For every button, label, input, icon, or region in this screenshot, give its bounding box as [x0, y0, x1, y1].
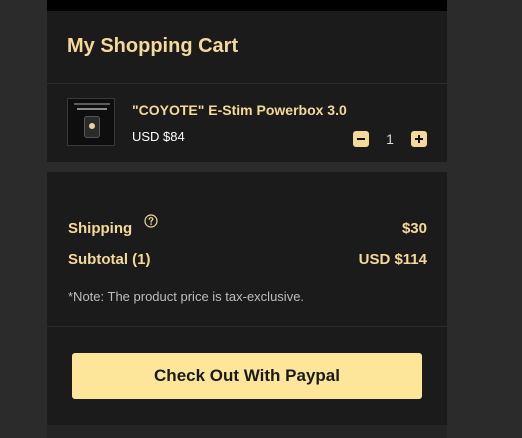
product-name[interactable]: "COYOTE" E-Stim Powerbox 3.0: [132, 101, 347, 119]
question-circle-icon[interactable]: [144, 214, 158, 228]
cart-panel: My Shopping Cart "COYOTE" E-Stim Powerbo…: [47, 0, 447, 438]
cart-item: "COYOTE" E-Stim Powerbox 3.0 USD $84 1: [47, 84, 447, 162]
shipping-row: Shipping $30: [68, 214, 427, 239]
shipping-value: $30: [401, 220, 427, 237]
checkout-paypal-button[interactable]: Check Out With Paypal: [72, 353, 422, 399]
shipping-label: Shipping: [68, 220, 133, 237]
minus-icon: [357, 138, 365, 140]
subtotal-label: Subtotal (1): [68, 251, 151, 268]
product-price: USD $84: [132, 129, 185, 144]
subtotal-value: USD $114: [358, 251, 427, 268]
increase-quantity-button[interactable]: [411, 131, 427, 147]
summary-divider: [47, 326, 447, 327]
section-separator: [47, 162, 447, 172]
page: My Shopping Cart "COYOTE" E-Stim Powerbo…: [0, 0, 522, 438]
decrease-quantity-button[interactable]: [353, 131, 369, 147]
top-bar: [47, 0, 447, 11]
quantity-value: 1: [386, 131, 394, 147]
question-circle-icon-svg: [144, 214, 158, 228]
subtotal-row: Subtotal (1) USD $114: [68, 250, 427, 270]
plus-icon: [415, 135, 423, 143]
quantity-stepper: 1: [353, 131, 428, 147]
thumbnail-device-light: [89, 123, 95, 129]
product-thumbnail[interactable]: [67, 98, 115, 146]
bottom-separator: [47, 425, 447, 438]
thumbnail-text-line: [77, 108, 107, 110]
thumbnail-text-line: [74, 103, 110, 105]
cart-title: My Shopping Cart: [67, 35, 239, 57]
tax-note: *Note: The product price is tax-exclusiv…: [68, 289, 305, 304]
